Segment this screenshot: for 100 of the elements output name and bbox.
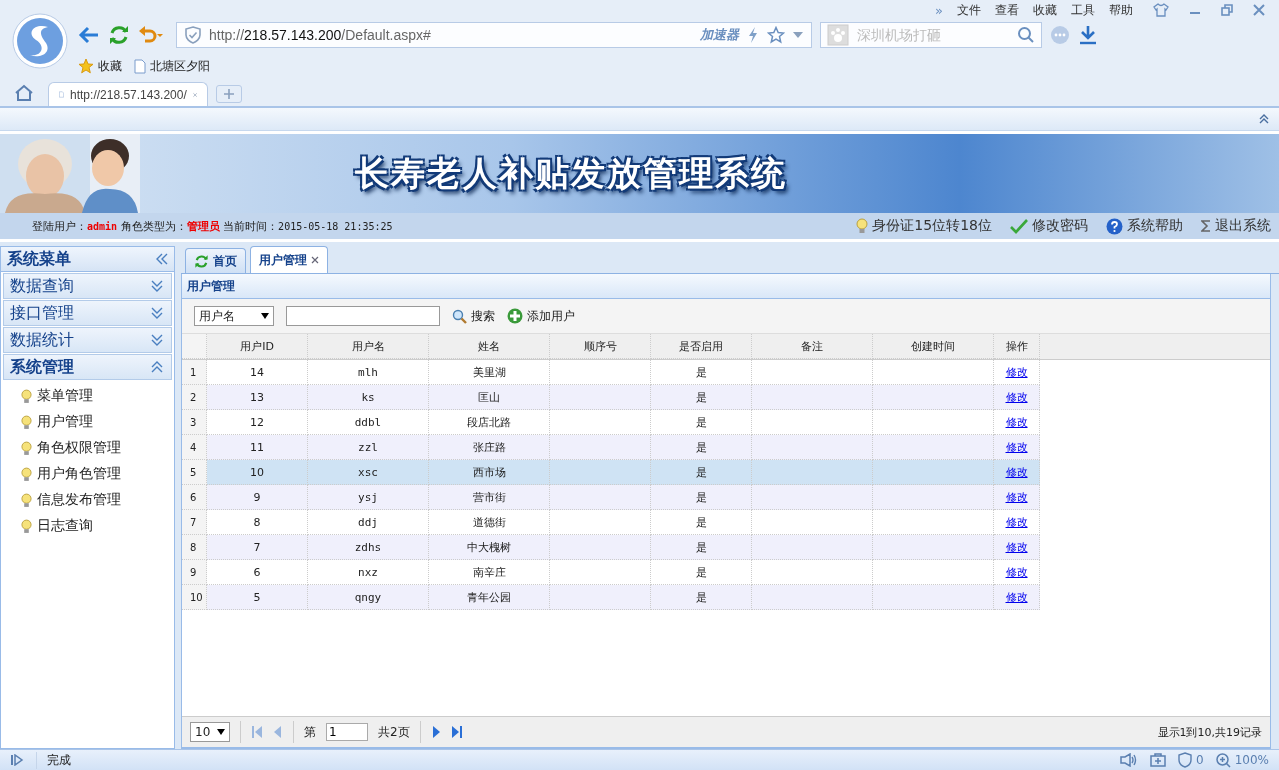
table-cell: 10 [207, 460, 308, 485]
edit-link[interactable]: 修改 [1005, 464, 1028, 480]
star-icon[interactable] [767, 26, 785, 44]
header-link[interactable]: 退出系统 [1201, 217, 1271, 235]
add-user-button[interactable]: 添加用户 [507, 307, 575, 325]
menu-group[interactable]: 数据统计 [3, 327, 172, 353]
field-select[interactable]: 用户名 [194, 306, 274, 326]
edit-link[interactable]: 修改 [1005, 539, 1028, 555]
menu-group[interactable]: 接口管理 [3, 300, 172, 326]
previous-page-icon[interactable] [273, 725, 283, 739]
column-header[interactable]: 操作 [994, 334, 1040, 359]
home-icon[interactable] [14, 84, 34, 102]
search-field[interactable] [286, 306, 440, 326]
close-icon[interactable] [1253, 4, 1265, 16]
menu-item[interactable]: 文件 [957, 1, 981, 19]
menu-item[interactable]: 角色权限管理 [37, 439, 121, 457]
zoom-icon[interactable] [1215, 752, 1231, 768]
table-row[interactable]: 4 11 zzl 张庄路 是 修改 [182, 435, 1270, 460]
table-row[interactable]: 6 9 ysj 营市街 是 修改 [182, 485, 1270, 510]
last-page-icon[interactable] [450, 725, 463, 739]
collapse-icon[interactable] [156, 253, 168, 265]
header-link[interactable]: 系统帮助 [1106, 217, 1183, 235]
browser-tab[interactable]: http://218.57.143.200/ [48, 82, 208, 106]
table-cell: 青年公园 [429, 585, 550, 610]
speaker-icon[interactable] [1120, 753, 1139, 767]
column-header[interactable]: 备注 [752, 334, 873, 359]
column-header[interactable]: 用户ID [207, 334, 308, 359]
next-page-icon[interactable] [430, 725, 441, 739]
header-link[interactable]: 身份证15位转18位 [856, 217, 992, 235]
paw-icon[interactable] [827, 24, 849, 46]
edit-link[interactable]: 修改 [1005, 489, 1028, 505]
edit-link[interactable]: 修改 [1005, 439, 1028, 455]
menu-item[interactable]: 日志查询 [37, 517, 93, 535]
first-page-icon[interactable] [251, 725, 263, 739]
page-input[interactable]: 1 [326, 723, 368, 741]
collapse-icon[interactable] [1259, 114, 1269, 124]
menu-item[interactable]: 用户管理 [37, 413, 93, 431]
menu-group[interactable]: 系统管理 [3, 354, 172, 380]
menu-item[interactable]: 帮助 [1109, 1, 1133, 19]
tab[interactable]: 用户管理 [250, 246, 328, 273]
back-icon[interactable] [78, 25, 100, 45]
dropdown-icon[interactable] [793, 32, 803, 38]
ad-block-icon[interactable] [1178, 752, 1193, 768]
column-header[interactable]: 创建时间 [873, 334, 994, 359]
lightbulb-icon [856, 218, 869, 234]
edit-link[interactable]: 修改 [1005, 514, 1028, 530]
page-size-select[interactable]: 10 [190, 722, 230, 742]
more-icon[interactable] [1050, 25, 1070, 45]
lightbulb-icon [21, 466, 32, 482]
table-row[interactable]: 8 7 zdhs 中大槐树 是 修改 [182, 535, 1270, 560]
search-input[interactable]: 深圳机场打砸 [855, 26, 1011, 44]
table-row[interactable]: 2 13 ks 匡山 是 修改 [182, 385, 1270, 410]
tab[interactable]: 首页 [185, 248, 246, 273]
edit-link[interactable]: 修改 [1005, 389, 1028, 405]
table-cell: 西市场 [429, 460, 550, 485]
bookmark-link[interactable]: 北塘区夕阳 [150, 57, 210, 75]
restore-icon[interactable] [1221, 4, 1233, 16]
menu-item[interactable]: 信息发布管理 [37, 491, 121, 509]
column-header[interactable]: 是否启用 [651, 334, 752, 359]
search-icon [452, 308, 467, 324]
lightning-icon[interactable] [747, 26, 759, 44]
edit-link[interactable]: 修改 [1005, 414, 1028, 430]
lightbulb-icon [21, 440, 32, 456]
menu-item[interactable]: 用户角色管理 [37, 465, 121, 483]
menu-item[interactable]: 收藏 [1033, 1, 1057, 19]
sidebar-toggle-icon[interactable] [10, 754, 24, 766]
panel-title: 用户管理 [187, 277, 235, 295]
column-header[interactable]: 用户名 [308, 334, 429, 359]
sigma-icon [1201, 220, 1211, 232]
shirt-icon[interactable] [1153, 3, 1169, 17]
table-row[interactable]: 10 5 qngy 青年公园 是 修改 [182, 585, 1270, 610]
search-bar[interactable]: 深圳机场打砸 [820, 22, 1042, 48]
star-icon [78, 58, 94, 74]
column-header[interactable]: 顺序号 [550, 334, 651, 359]
column-header[interactable]: 姓名 [429, 334, 550, 359]
menu-item[interactable]: 查看 [995, 1, 1019, 19]
menu-item[interactable]: 工具 [1071, 1, 1095, 19]
header-link[interactable]: 修改密码 [1010, 217, 1088, 235]
toolbox-icon[interactable] [1150, 753, 1167, 767]
table-cell: zzl [308, 435, 429, 460]
new-tab-button[interactable] [216, 85, 242, 103]
zoom-level: 100% [1234, 753, 1269, 767]
row-number: 10 [182, 585, 207, 610]
menu-item[interactable]: 菜单管理 [37, 387, 93, 405]
search-button[interactable]: 搜索 [452, 307, 495, 325]
browser-logo-icon[interactable] [12, 13, 68, 69]
row-number: 5 [182, 460, 207, 485]
lightbulb-icon [21, 492, 32, 508]
download-icon[interactable] [1078, 24, 1098, 46]
menu-group[interactable]: 数据查询 [3, 273, 172, 299]
close-icon[interactable] [311, 256, 319, 264]
search-icon[interactable] [1017, 26, 1035, 44]
edit-link[interactable]: 修改 [1005, 589, 1028, 605]
edit-link[interactable]: 修改 [1005, 564, 1028, 580]
bookmark-link[interactable]: 收藏 [98, 57, 122, 75]
undo-icon[interactable] [138, 25, 164, 45]
table-row[interactable]: 5 10 xsc 西市场 是 修改 [182, 460, 1270, 485]
edit-link[interactable]: 修改 [1005, 364, 1028, 380]
refresh-icon[interactable] [108, 24, 130, 46]
address-bar[interactable]: http://218.57.143.200/Default.aspx# 加速器 [176, 22, 812, 48]
